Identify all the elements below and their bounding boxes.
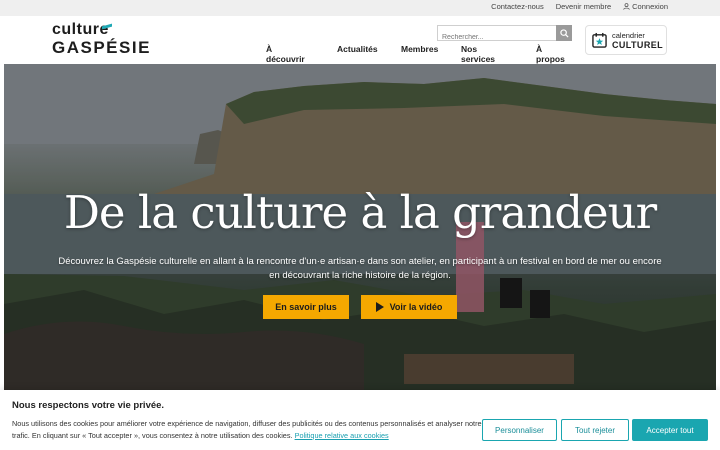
customize-cookies-button[interactable]: Personnaliser [482,419,557,441]
cultural-calendar-button[interactable]: calendrier CULTUREL [585,25,667,55]
logo-line-1: culture [52,21,109,38]
utility-bar: Contactez-nous Devenir membre Connexion [0,0,720,16]
search-icon [559,28,569,38]
search-input[interactable] [438,30,553,45]
nav-item-news[interactable]: Actualités [337,44,378,54]
logo-line-2: GASPÉSIE [52,38,151,57]
cookie-text: Nous utilisons des cookies pour améliore… [12,419,482,440]
login-label: Connexion [632,2,668,11]
nav-item-discover[interactable]: À découvrir [266,44,305,64]
learn-more-button[interactable]: En savoir plus [263,295,349,319]
cookie-text-block: Nous utilisons des cookies pour améliore… [12,418,482,442]
calendar-icon [592,32,607,48]
nav-item-services[interactable]: Nos services [461,44,495,64]
watch-video-button[interactable]: Voir la vidéo [361,295,457,319]
contact-link[interactable]: Contactez-nous [491,2,544,11]
nav-item-members[interactable]: Membres [401,44,438,54]
hero-headline: De la culture à la grandeur [63,186,657,239]
calendar-label-2: CULTUREL [612,40,664,50]
cookie-policy-link[interactable]: Politique relative aux cookies [295,431,389,440]
calendar-label-1: calendrier [612,31,645,40]
utility-links: Contactez-nous Devenir membre Connexion [491,2,668,11]
user-icon [623,3,630,10]
hero-subtext: Découvrez la Gaspésie culturelle en alla… [58,256,662,281]
hero-section: De la culture à la grandeur Découvrez la… [4,64,716,390]
play-icon [375,302,384,312]
site-header: culture GASPÉSIE À découvrir Actualités … [0,16,720,64]
cookie-title: Nous respectons votre vie privée. [12,400,165,411]
cookie-banner: Nous respectons votre vie privée. Nous u… [0,390,720,450]
watch-video-label: Voir la vidéo [389,302,443,312]
become-member-link[interactable]: Devenir membre [556,2,611,11]
accept-all-button[interactable]: Accepter tout [632,419,708,441]
search-box [437,25,572,45]
login-link[interactable]: Connexion [623,2,668,11]
nav-item-about[interactable]: À propos [536,44,565,64]
reject-all-button[interactable]: Tout rejeter [561,419,629,441]
search-button[interactable] [556,25,572,41]
site-logo[interactable]: culture GASPÉSIE [52,21,149,59]
